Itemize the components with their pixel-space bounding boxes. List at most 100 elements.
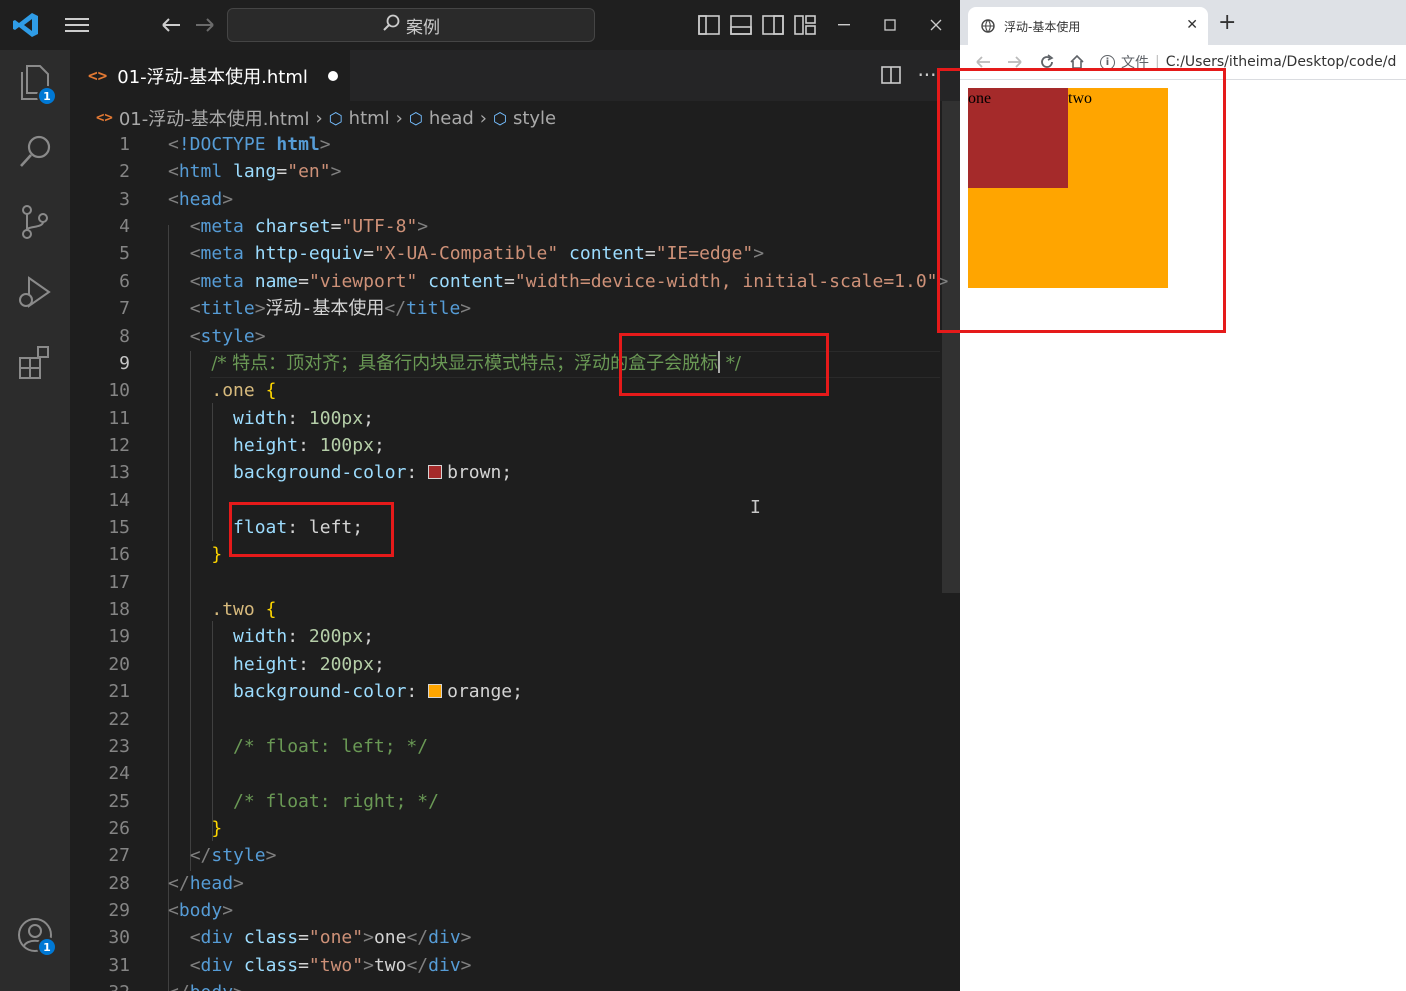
unsaved-dot-icon[interactable] bbox=[327, 70, 338, 81]
new-tab-icon[interactable]: + bbox=[1218, 10, 1236, 35]
activity-bar: 1 1 bbox=[0, 50, 70, 991]
line-number: 31 bbox=[108, 955, 130, 976]
line-number: 18 bbox=[108, 599, 130, 620]
command-center-label: 案例 bbox=[406, 17, 440, 38]
line-number: 16 bbox=[108, 544, 130, 565]
cube-icon: ⬡ bbox=[408, 108, 423, 128]
line-number: 19 bbox=[108, 626, 130, 647]
html-file-icon: <> bbox=[96, 110, 113, 126]
explorer-badge: 1 bbox=[37, 86, 57, 106]
browser-tab[interactable]: 浮动-基本使用 ✕ bbox=[968, 7, 1208, 45]
extensions-icon[interactable] bbox=[15, 342, 55, 382]
line-number: 30 bbox=[108, 927, 130, 948]
accounts-icon[interactable]: 1 bbox=[15, 915, 57, 957]
toggle-secondary-sidebar-icon[interactable] bbox=[761, 13, 785, 37]
breadcrumb: <> 01-浮动-基本使用.html › ⬡ html › ⬡ head › ⬡… bbox=[96, 104, 556, 132]
breadcrumb-item-html[interactable]: html bbox=[349, 108, 390, 129]
code-line: <style> bbox=[189, 326, 266, 347]
chevron-right-icon: › bbox=[315, 107, 323, 129]
toggle-panel-icon[interactable] bbox=[729, 13, 753, 37]
code-line: } bbox=[211, 544, 223, 565]
close-window-button[interactable] bbox=[922, 12, 950, 38]
line-number: 27 bbox=[108, 845, 130, 866]
annotation-box-comment bbox=[619, 333, 829, 396]
code-line: <meta http-equiv="X-UA-Compatible" conte… bbox=[189, 243, 765, 264]
code-line: <div class="two">two</div> bbox=[189, 955, 472, 976]
code-line: .two { bbox=[211, 599, 277, 620]
cube-icon: ⬡ bbox=[328, 108, 343, 128]
code-line: <title>浮动-基本使用</title> bbox=[189, 298, 472, 319]
close-tab-icon[interactable]: ✕ bbox=[1186, 17, 1198, 33]
line-number: 21 bbox=[108, 681, 130, 702]
run-debug-icon[interactable] bbox=[15, 272, 55, 312]
globe-icon bbox=[980, 18, 996, 34]
browser-tab-strip: 浮动-基本使用 ✕ + bbox=[960, 0, 1406, 45]
line-number: 4 bbox=[119, 216, 130, 237]
line-number: 12 bbox=[108, 435, 130, 456]
explorer-icon[interactable]: 1 bbox=[15, 62, 57, 106]
annotation-box-preview bbox=[937, 68, 1226, 333]
line-number: 3 bbox=[119, 189, 130, 210]
line-number: 10 bbox=[108, 380, 130, 401]
code-line: <head> bbox=[168, 189, 234, 210]
cube-icon: ⬡ bbox=[493, 108, 507, 128]
code-line: background-color: brown; bbox=[233, 462, 513, 483]
code-line: } bbox=[211, 818, 223, 839]
search-view-icon[interactable] bbox=[15, 132, 55, 172]
line-number: 26 bbox=[108, 818, 130, 839]
mouse-ibeam-icon: I bbox=[750, 497, 761, 518]
line-number: 9 bbox=[119, 353, 130, 374]
browser-tab-title: 浮动-基本使用 bbox=[1004, 19, 1081, 34]
line-number: 11 bbox=[108, 408, 130, 429]
code-line: width: 100px; bbox=[233, 408, 374, 429]
breadcrumb-file[interactable]: 01-浮动-基本使用.html bbox=[119, 105, 310, 131]
line-number: 32 bbox=[70, 979, 130, 991]
maximize-button[interactable] bbox=[876, 12, 904, 38]
chevron-right-icon: › bbox=[479, 107, 487, 129]
toggle-primary-sidebar-icon[interactable] bbox=[697, 13, 721, 37]
code-line: <meta name="viewport" content="width=dev… bbox=[189, 271, 949, 292]
back-arrow-icon[interactable] bbox=[156, 12, 186, 38]
tab-label: 01-浮动-基本使用.html bbox=[117, 66, 308, 88]
code-line: <html lang="en"> bbox=[168, 161, 342, 182]
code-line: background-color: orange; bbox=[233, 681, 523, 702]
menu-icon[interactable] bbox=[62, 12, 92, 38]
vscode-logo-icon[interactable] bbox=[6, 8, 46, 42]
color-swatch-brown[interactable] bbox=[428, 465, 443, 479]
code-line: /* float: left; */ bbox=[233, 736, 429, 757]
line-number: 1 bbox=[119, 134, 130, 155]
code-line: </body> bbox=[168, 979, 244, 991]
code-line: </head> bbox=[168, 873, 244, 894]
code-line: height: 100px; bbox=[233, 435, 385, 456]
customize-layout-icon[interactable] bbox=[793, 13, 817, 37]
chevron-right-icon: › bbox=[395, 107, 403, 129]
line-number: 2 bbox=[119, 161, 130, 182]
editor-tabs: <> 01-浮动-基本使用.html ··· bbox=[70, 50, 960, 101]
line-number: 29 bbox=[108, 900, 130, 921]
command-center-search[interactable]: 案例 bbox=[227, 8, 595, 42]
code-line: <meta charset="UTF-8"> bbox=[189, 216, 429, 237]
html-file-icon: <> bbox=[88, 66, 108, 85]
code-editor[interactable]: <> 01-浮动-基本使用.html › ⬡ html › ⬡ head › ⬡… bbox=[70, 101, 960, 991]
code-line: /* float: right; */ bbox=[233, 791, 439, 812]
split-editor-icon[interactable] bbox=[876, 62, 906, 88]
line-number: 6 bbox=[119, 271, 130, 292]
minimize-button[interactable] bbox=[830, 12, 858, 38]
breadcrumb-item-head[interactable]: head bbox=[429, 108, 474, 129]
line-number: 14 bbox=[108, 490, 130, 511]
line-number: 20 bbox=[108, 654, 130, 675]
code-line: width: 200px; bbox=[233, 626, 374, 647]
code-line: <body> bbox=[168, 900, 234, 921]
forward-arrow-icon[interactable] bbox=[190, 12, 220, 38]
code-line: height: 200px; bbox=[233, 654, 385, 675]
editor-tab-active[interactable]: <> 01-浮动-基本使用.html bbox=[70, 50, 350, 101]
annotation-box-float bbox=[229, 502, 394, 557]
title-bar: 案例 bbox=[0, 0, 960, 50]
line-number: 17 bbox=[108, 572, 130, 593]
line-number: 25 bbox=[108, 791, 130, 812]
line-number: 28 bbox=[108, 873, 130, 894]
breadcrumb-item-style[interactable]: style bbox=[513, 108, 556, 129]
color-swatch-orange[interactable] bbox=[428, 684, 443, 698]
line-number: 7 bbox=[119, 298, 130, 319]
source-control-icon[interactable] bbox=[15, 202, 55, 242]
